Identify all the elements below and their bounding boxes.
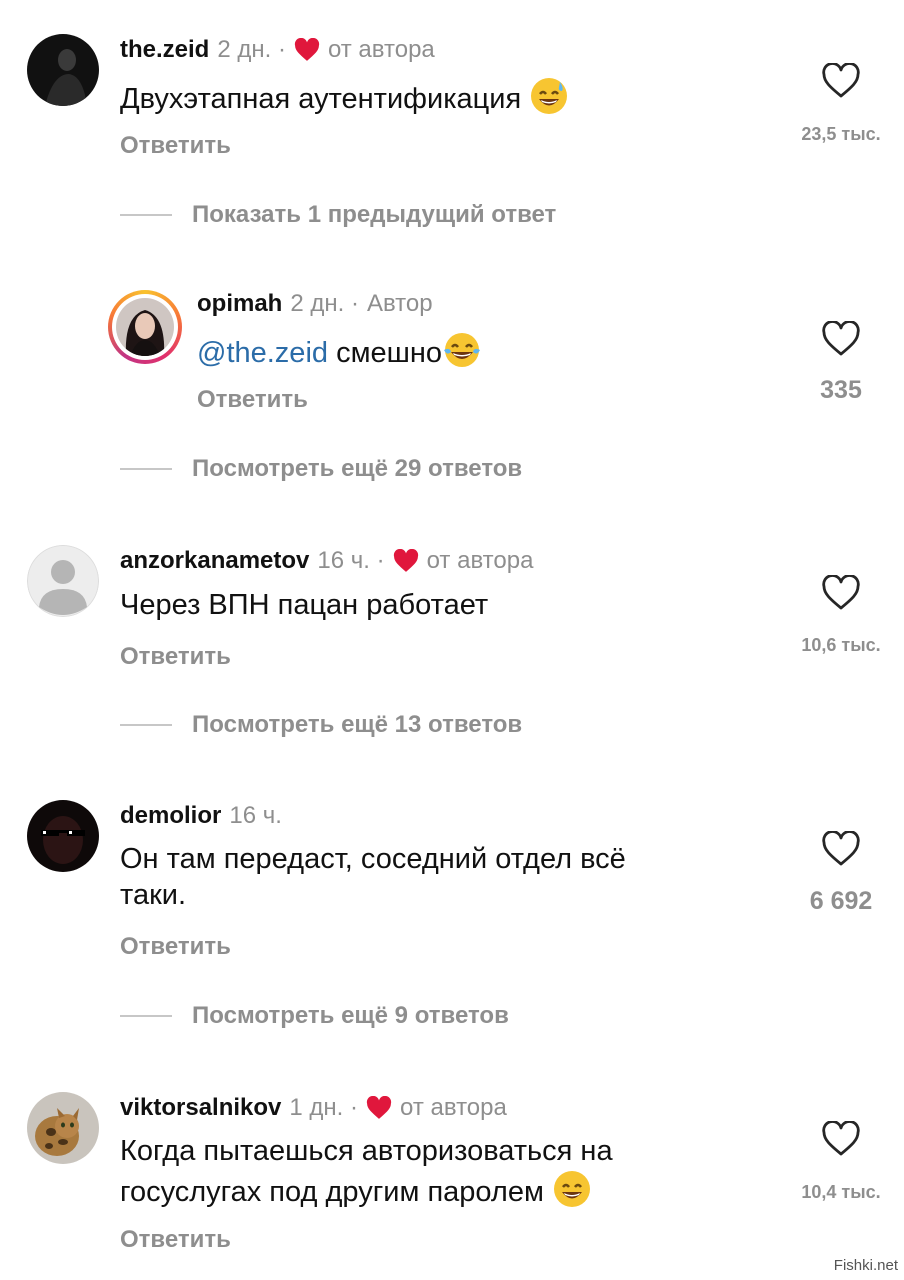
reply-button[interactable]: Ответить	[120, 933, 231, 961]
comment-text: @the.zeid смешно	[197, 330, 482, 371]
avatar[interactable]	[27, 1092, 99, 1164]
comment-meta: opimah 2 дн. · Автор	[197, 288, 433, 320]
username[interactable]: anzorkanametov	[120, 547, 309, 575]
avatar[interactable]	[27, 800, 99, 872]
thread-divider	[120, 724, 172, 726]
timestamp: 16 ч. ·	[317, 547, 385, 574]
author-liked-heart-icon	[366, 1096, 392, 1119]
show-previous-replies-link[interactable]: Показать 1 предыдущий ответ	[192, 201, 556, 229]
heart-outline-icon[interactable]	[821, 63, 861, 99]
comment-text: Двухэтапная аутентификация	[120, 76, 569, 117]
view-more-replies-link[interactable]: Посмотреть ещё 13 ответов	[192, 711, 522, 739]
avatar[interactable]	[27, 34, 99, 106]
tears-of-joy-emoji	[444, 333, 481, 367]
comment-meta: the.zeid 2 дн. · от автора	[120, 34, 435, 66]
story-ring-avatar[interactable]	[108, 290, 182, 364]
comment-meta: anzorkanametov 16 ч. · от автора	[120, 545, 533, 577]
reply-button[interactable]: Ответить	[197, 386, 308, 414]
username[interactable]: the.zeid	[120, 36, 209, 64]
heart-outline-icon[interactable]	[821, 321, 861, 357]
like-count: 10,4 тыс.	[801, 1182, 881, 1202]
like-count: 6 692	[809, 887, 873, 915]
comment-meta: viktorsalnikov 1 дн. · от автора	[120, 1092, 507, 1124]
thread-divider	[120, 214, 172, 216]
heart-outline-icon[interactable]	[821, 575, 861, 611]
watermark: Fishki.net	[833, 1257, 898, 1274]
sweat-smile-emoji	[531, 78, 568, 114]
author-liked-heart-icon	[393, 549, 418, 572]
mention-link[interactable]: @the.zeid	[197, 337, 328, 369]
username[interactable]: demolior	[120, 802, 221, 830]
reply-button[interactable]: Ответить	[120, 643, 231, 671]
reply-button[interactable]: Ответить	[120, 1226, 231, 1254]
timestamp: 16 ч.	[229, 802, 282, 829]
author-badge: Автор	[366, 290, 433, 317]
timestamp: 2 дн. ·	[290, 290, 359, 317]
comment-meta: demolior 16 ч.	[120, 800, 282, 832]
view-more-replies-link[interactable]: Посмотреть ещё 9 ответов	[192, 1002, 509, 1030]
username[interactable]: opimah	[197, 290, 282, 318]
like-count: 335	[820, 376, 862, 404]
thread-divider	[120, 1015, 172, 1017]
comment-text: Когда пытаешься авторизоваться на госусл…	[120, 1135, 613, 1208]
heart-outline-icon[interactable]	[821, 1121, 861, 1157]
username[interactable]: viktorsalnikov	[120, 1094, 281, 1122]
author-like-badge: от автора	[400, 1094, 507, 1121]
author-like-badge: от автора	[426, 547, 534, 574]
default-avatar[interactable]	[27, 545, 99, 617]
grin-emoji	[553, 1171, 590, 1207]
timestamp: 1 дн. ·	[289, 1094, 359, 1121]
heart-outline-icon[interactable]	[821, 831, 861, 867]
comment-text: Через ВПН пацан работает	[120, 589, 489, 621]
avatar	[116, 298, 174, 356]
author-liked-heart-icon	[294, 38, 320, 61]
reply-button[interactable]: Ответить	[120, 132, 231, 160]
comment-text: Он там передаст, соседний отдел всё таки…	[120, 843, 626, 911]
thread-divider	[120, 468, 172, 470]
view-more-replies-link[interactable]: Посмотреть ещё 29 ответов	[192, 455, 522, 483]
like-count: 23,5 тыс.	[801, 124, 881, 144]
author-like-badge: от автора	[327, 36, 435, 63]
timestamp: 2 дн. ·	[217, 36, 286, 63]
like-count: 10,6 тыс.	[801, 635, 881, 655]
